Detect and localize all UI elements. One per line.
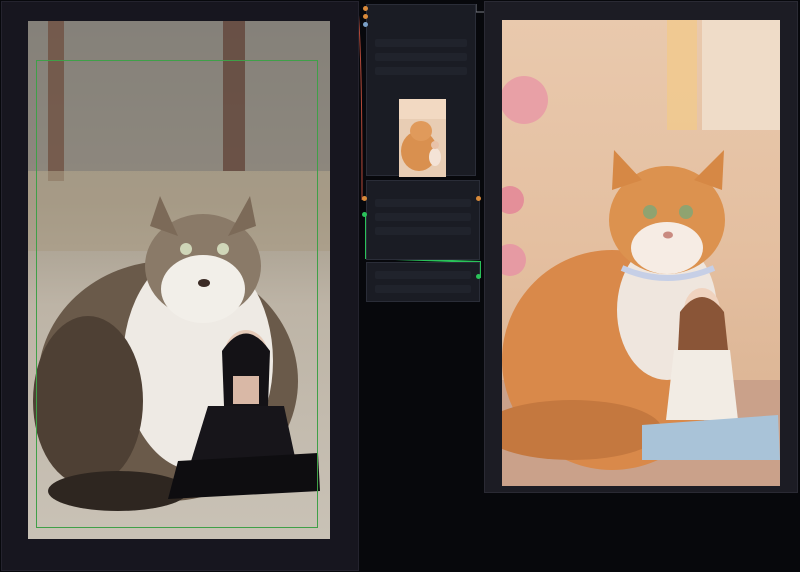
node-field-row[interactable] — [375, 67, 467, 75]
preview-thumbnail — [399, 99, 446, 177]
output-node[interactable] — [366, 262, 480, 302]
socket-icon[interactable] — [362, 196, 367, 201]
result-photo-orange-cat-woman — [502, 20, 780, 486]
socket-icon[interactable] — [363, 6, 368, 11]
socket-icon[interactable] — [363, 22, 368, 27]
socket-icon[interactable] — [362, 212, 367, 217]
socket-icon[interactable] — [476, 274, 481, 279]
socket-icon[interactable] — [363, 14, 368, 19]
source-photo-cat-woman — [28, 21, 330, 539]
wire-gray — [475, 4, 484, 13]
node-field-row[interactable] — [375, 271, 471, 279]
node-field-row[interactable] — [375, 213, 471, 221]
source-photo-illustration — [28, 21, 330, 539]
node-field-row[interactable] — [375, 227, 471, 235]
node-field-row[interactable] — [375, 53, 467, 61]
preview-node[interactable] — [366, 4, 476, 177]
socket-icon[interactable] — [476, 196, 481, 201]
node-field-row[interactable] — [375, 199, 471, 207]
processing-node[interactable] — [366, 180, 480, 260]
node-field-row[interactable] — [375, 39, 467, 47]
node-canvas[interactable] — [0, 0, 800, 572]
result-photo-illustration — [502, 20, 780, 486]
node-field-row[interactable] — [375, 285, 471, 293]
